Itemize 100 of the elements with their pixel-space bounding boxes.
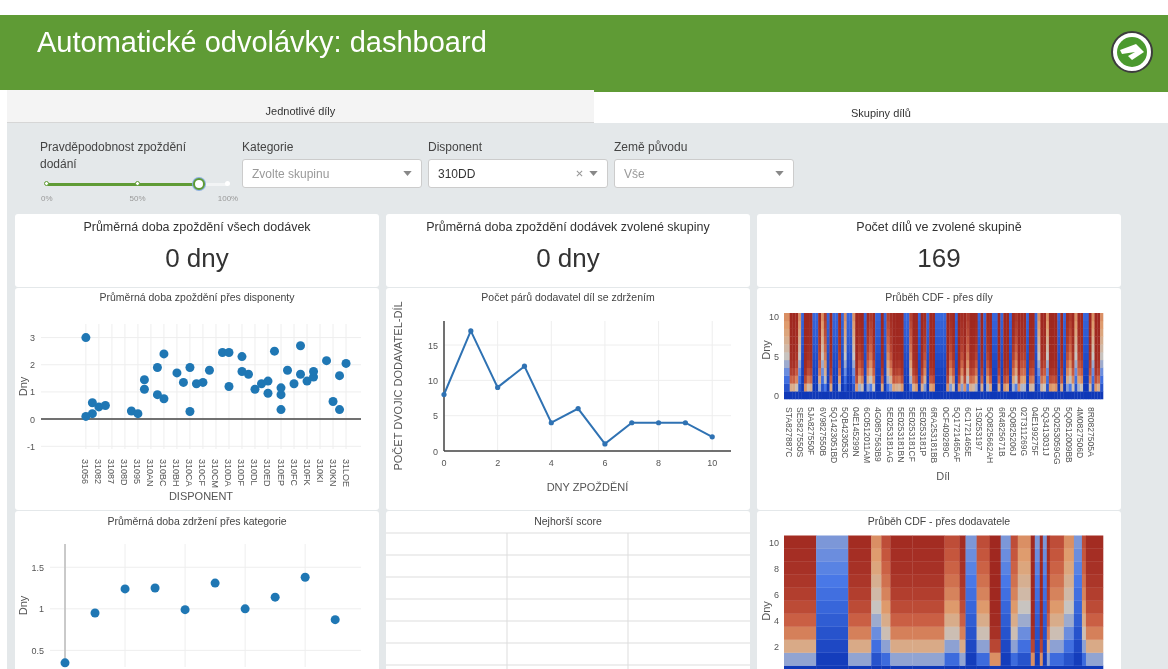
data-point xyxy=(468,328,474,334)
data-point xyxy=(441,391,447,398)
caret-icon xyxy=(775,171,784,176)
axis-tick-label: 5Q1721465AF xyxy=(951,407,962,463)
axis-tick-label: 310CF xyxy=(197,459,208,486)
chart-title: Počet párů dodavatel díl se zdržením xyxy=(481,291,655,303)
data-point xyxy=(602,441,608,447)
axis-tick-label: 0CF409289C xyxy=(940,407,951,458)
data-point xyxy=(548,420,554,426)
axis-tick-label: 6V9827550B xyxy=(817,407,828,457)
axis-tick-label: 0 xyxy=(433,446,438,457)
axis-tick-label: 10 xyxy=(707,458,718,468)
axis-tick-label: 6C1721465E xyxy=(962,407,973,457)
bubble xyxy=(120,584,130,594)
axis-tick-label: 2 xyxy=(30,360,35,371)
axis-tick-label: 5Q1423051BD xyxy=(828,407,839,464)
axis-tick-label: 5E0253181P xyxy=(918,407,929,457)
axis-title: Dny xyxy=(17,595,29,616)
bubble xyxy=(180,605,190,615)
data-point xyxy=(709,434,715,440)
dropdown-label: Disponent xyxy=(428,139,484,156)
axis-tick-label: 6 xyxy=(774,589,779,600)
axis-tick-label: 1.5 xyxy=(31,562,44,573)
axis-tick-label: 10 xyxy=(769,312,779,323)
bubble xyxy=(270,592,280,602)
axis-tick-label: 0 xyxy=(774,390,779,401)
axis-tick-label: 1S0253197 xyxy=(974,407,985,451)
axis-tick-label: 6RA253181BB xyxy=(929,407,940,464)
kpi-value: 0 dny xyxy=(536,243,600,274)
axis-tick-label: 02T311269G xyxy=(1018,407,1029,456)
kpi-title: Počet dílů ve zvolené skupině xyxy=(856,220,1022,234)
chart-title: Nejhorší score xyxy=(534,515,602,527)
axis-tick-label: 4G0857563B9 xyxy=(873,407,884,462)
chart-title: Průměrná doba zdržení přes kategorie xyxy=(107,515,287,527)
bubble xyxy=(330,615,340,625)
axis-tick-label: 31056 xyxy=(80,459,91,485)
axis-tick-label: 04E199275F xyxy=(1030,407,1041,456)
axis-tick-label: 310CM xyxy=(210,459,221,488)
slider-mark-dot xyxy=(44,181,49,186)
bubble xyxy=(240,604,250,614)
axis-tick-label: 10 xyxy=(428,375,438,386)
axis-tick-label: 6R4825671B xyxy=(996,407,1007,457)
dropdown[interactable]: 310DD xyxy=(428,159,608,188)
axis-tick-label: 0.5 xyxy=(31,645,44,656)
axis-tick-label: 5Q0253059GG xyxy=(1052,407,1063,465)
axis-tick-label: 310FC xyxy=(288,459,299,486)
slider-mark-label: 50% xyxy=(129,194,146,203)
axis-tick-label: 5Q0825662AH xyxy=(985,407,996,464)
kpi-value: 0 dny xyxy=(165,243,229,274)
dropdown-label: Země původu xyxy=(614,139,689,156)
axis-tick-label: 0 xyxy=(441,458,447,468)
slider-mark-label: 100% xyxy=(217,194,239,203)
dropdown-label: Kategorie xyxy=(242,139,295,156)
axis-tick-label: 3108D xyxy=(119,459,130,486)
axis-title: DNY ZPOŽDĚNÍ xyxy=(546,481,629,493)
data-point xyxy=(521,363,528,369)
axis-tick-label: 8 xyxy=(774,563,779,574)
axis-tick-label: 5Q0512009BB xyxy=(1063,407,1074,463)
kpi-title: Průměrná doba zpoždění dodávek zvolené skupiny xyxy=(426,220,710,234)
slider-label: Pravděpodobnost zpoždění dodání xyxy=(40,139,188,173)
axis-tick-label: 5Q0825206J xyxy=(1007,407,1018,456)
axis-tick-label: 5 xyxy=(433,411,438,422)
axis-tick-label: 2 xyxy=(774,641,779,652)
axis-tick-label: 10 xyxy=(769,537,779,548)
axis-title: Dny xyxy=(760,601,772,621)
axis-tick-label: 4 xyxy=(774,615,779,626)
slider-handle[interactable] xyxy=(193,178,206,190)
dashboard-title: Automatické odvolávky: dashboard xyxy=(37,26,487,59)
axis-tick-label: 15 xyxy=(428,340,438,351)
data-point xyxy=(575,406,581,412)
slider-mark-dot xyxy=(225,181,230,186)
chart-title: Průměrná doba zpoždění přes disponenty xyxy=(99,291,295,303)
axis-tick-label: 310KI xyxy=(314,459,325,483)
tab[interactable]: Jednotlivé díly xyxy=(7,90,594,123)
data-point xyxy=(656,420,662,426)
axis-tick-label: -1 xyxy=(27,441,35,452)
axis-tick-label: 310KN xyxy=(327,459,338,487)
axis-tick-label: 5E0253181BN xyxy=(895,407,906,463)
axis-tick-label: 5E0253181AG xyxy=(884,407,895,463)
axis-tick-label: 8 xyxy=(656,458,662,468)
axis-tick-label: 1 xyxy=(39,604,44,615)
axis-tick-label: 310DF xyxy=(236,459,247,486)
axis-tick-label: SE5827550S xyxy=(795,407,806,458)
clear-icon[interactable] xyxy=(576,170,583,177)
logo-icon xyxy=(1110,29,1154,74)
axis-tick-label: 5 xyxy=(774,351,779,362)
kpi-title: Průměrná doba zpoždění všech dodávek xyxy=(83,220,311,234)
axis-tick-label: 5Q3413031J xyxy=(1041,407,1052,456)
bubble xyxy=(300,572,310,582)
axis-tick-label: 31082 xyxy=(93,459,104,485)
axis-tick-label: 5QB423053C xyxy=(839,407,850,459)
slider-mark-label: 0% xyxy=(41,194,53,203)
axis-tick-label: 8R0827505A xyxy=(1086,407,1096,457)
bubble xyxy=(81,333,91,343)
axis-tick-label: 04E145299N xyxy=(851,407,862,457)
axis-tick-label: 31LOE xyxy=(340,459,351,488)
data-point xyxy=(682,420,688,426)
axis-title: Dny xyxy=(17,376,29,397)
axis-tick-label: 5E0253181CF xyxy=(907,407,918,462)
axis-tick-label: 310ED xyxy=(262,459,273,487)
